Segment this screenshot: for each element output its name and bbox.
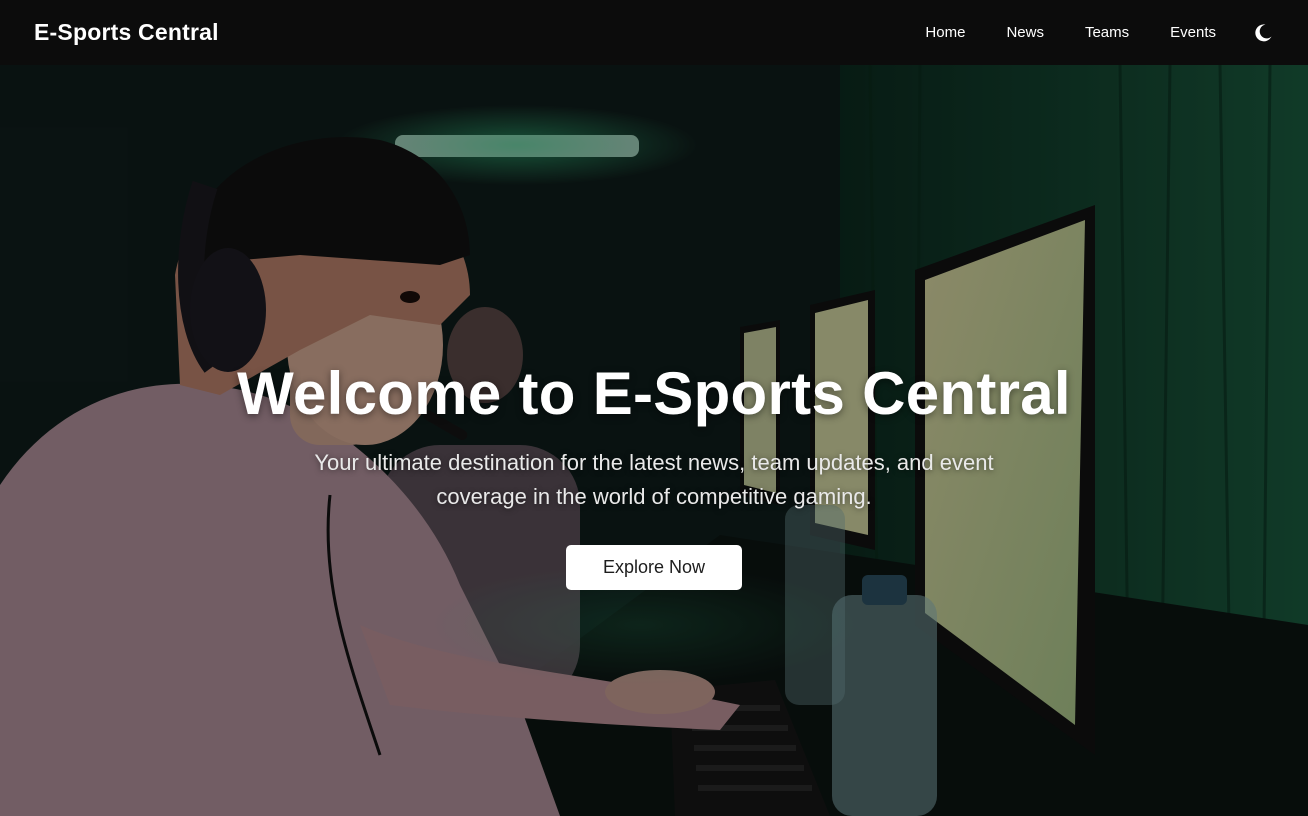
site-logo-text[interactable]: E-Sports Central [34,19,219,46]
hero-title: Welcome to E-Sports Central [237,360,1071,427]
hero-section: Welcome to E-Sports Central Your ultimat… [0,65,1308,816]
explore-now-button[interactable]: Explore Now [566,545,742,590]
main-nav: Home News Teams Events [925,24,1216,41]
hero-subtitle: Your ultimate destination for the latest… [314,450,994,509]
hero-content: Welcome to E-Sports Central Your ultimat… [0,359,1308,590]
nav-link-news[interactable]: News [1006,24,1044,41]
theme-toggle-button[interactable] [1252,22,1274,44]
nav-link-home[interactable]: Home [925,24,965,41]
nav-link-events[interactable]: Events [1170,24,1216,41]
moon-icon [1255,23,1272,41]
nav-link-teams[interactable]: Teams [1085,24,1129,41]
top-navbar: E-Sports Central Home News Teams Events [0,0,1308,65]
